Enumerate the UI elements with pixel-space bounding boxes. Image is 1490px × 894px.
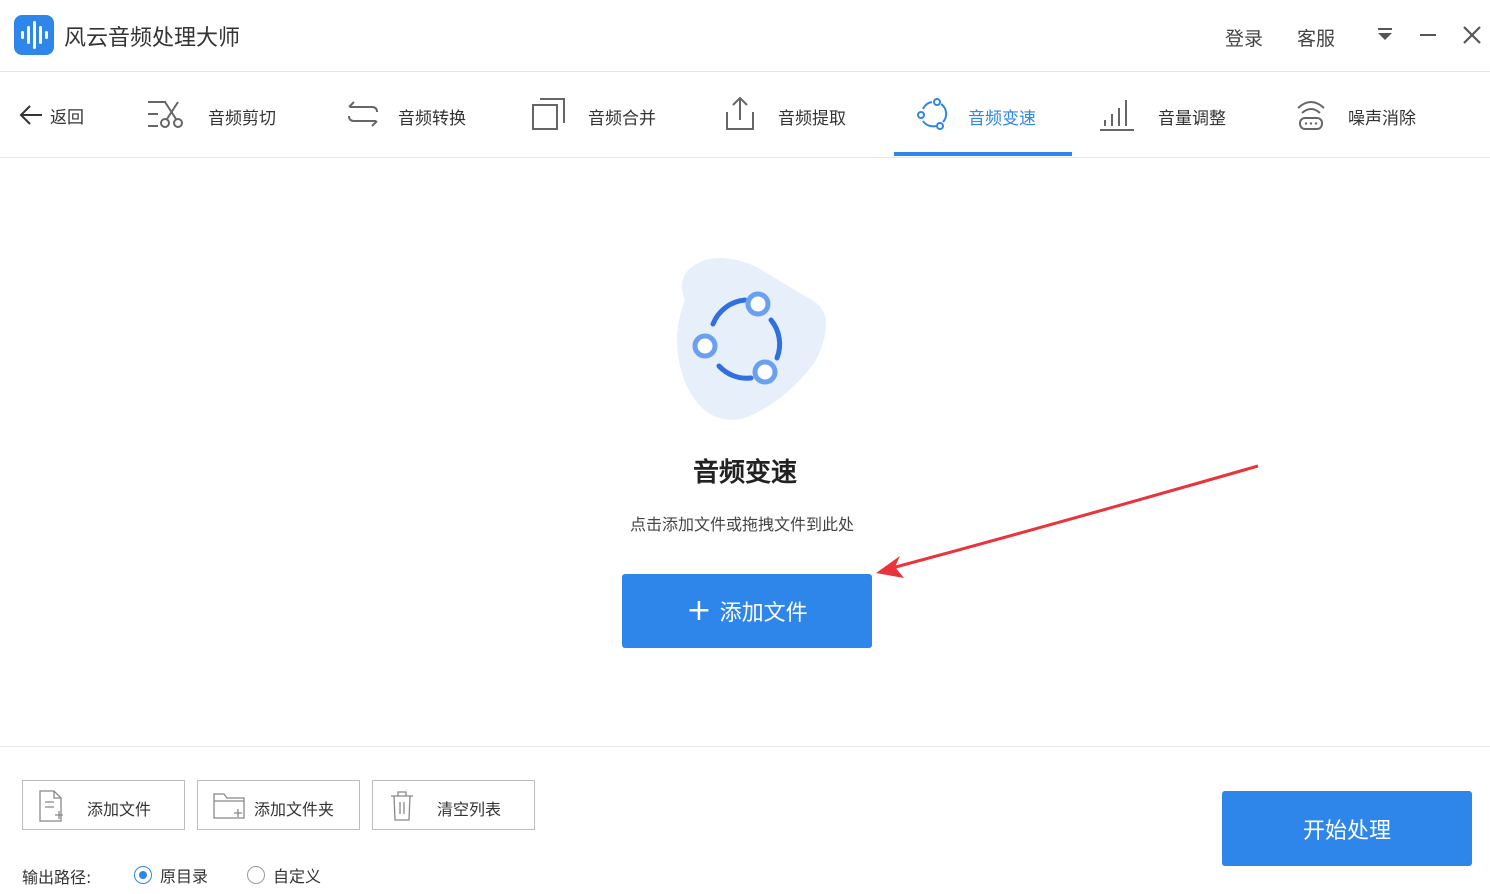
tab-label: 音频合并 (588, 109, 656, 129)
upload-extract-icon (722, 96, 762, 132)
trash-icon (387, 790, 421, 822)
tab-label: 噪声消除 (1348, 109, 1416, 129)
start-process-button[interactable]: 开始处理 (1222, 791, 1472, 866)
active-tab-indicator (894, 152, 1072, 156)
volume-bars-icon (1098, 96, 1138, 132)
folder-add-icon (212, 790, 246, 822)
speed-circle-icon (914, 96, 954, 132)
minimize-icon[interactable] (1414, 20, 1442, 50)
tab-noise-removal[interactable]: 噪声消除 (1294, 72, 1454, 158)
merge-squares-icon (530, 96, 570, 132)
convert-arrows-icon (344, 96, 384, 132)
app-window: 风云音频处理大师 登录 客服 返回 音频剪切 音频转换 音频合并 音频提取 音频… (0, 0, 1490, 894)
back-button[interactable]: 返回 (18, 100, 84, 130)
app-title: 风云音频处理大师 (64, 26, 241, 51)
add-folder-button[interactable]: 添加文件夹 (197, 780, 360, 830)
add-file-label: 添加文件 (87, 800, 152, 819)
radio-original-dir[interactable]: 原目录 (134, 864, 208, 886)
tab-label: 音频剪切 (208, 109, 276, 129)
tab-audio-cut[interactable]: 音频剪切 (146, 72, 306, 158)
radio-label: 自定义 (273, 867, 322, 886)
noise-wifi-icon (1294, 96, 1334, 132)
tab-audio-extract[interactable]: 音频提取 (722, 72, 882, 158)
clear-list-label: 清空列表 (437, 800, 502, 819)
login-link[interactable]: 登录 (1225, 24, 1263, 51)
page-title: 音频变速 (692, 458, 797, 488)
add-file-primary-label: 添加文件 (719, 601, 808, 626)
support-link[interactable]: 客服 (1297, 24, 1335, 51)
output-path-label: 输出路径: (22, 868, 92, 887)
file-add-icon (37, 790, 71, 822)
drop-hint-text: 点击添加文件或拖拽文件到此处 (629, 515, 854, 534)
back-label: 返回 (50, 107, 84, 128)
add-folder-label: 添加文件夹 (254, 800, 335, 819)
radio-custom-dir[interactable]: 自定义 (247, 864, 321, 886)
app-logo-icon (14, 15, 54, 55)
tab-audio-convert[interactable]: 音频转换 (344, 72, 504, 158)
close-icon[interactable] (1458, 20, 1486, 50)
bottom-divider (0, 746, 1490, 747)
plus-icon: + (686, 593, 712, 628)
radio-label: 原目录 (160, 867, 209, 886)
title-bar: 风云音频处理大师 登录 客服 (0, 0, 1490, 72)
start-process-label: 开始处理 (1302, 818, 1391, 844)
menu-dropdown-icon[interactable] (1371, 20, 1399, 50)
tab-audio-merge[interactable]: 音频合并 (530, 72, 690, 158)
tab-label: 音频提取 (778, 109, 846, 129)
add-file-button[interactable]: 添加文件 (22, 780, 185, 830)
radio-unchecked-icon (247, 866, 265, 884)
clear-list-button[interactable]: 清空列表 (372, 780, 535, 830)
add-file-primary-button[interactable]: + 添加文件 (622, 574, 872, 648)
tab-label: 音频转换 (398, 109, 466, 129)
tool-tab-bar: 返回 音频剪切 音频转换 音频合并 音频提取 音频变速 音量调整 噪声消除 (0, 72, 1490, 158)
radio-checked-icon (134, 866, 152, 884)
tab-label: 音量调整 (1158, 109, 1226, 129)
tab-audio-speed[interactable]: 音频变速 (914, 72, 1074, 158)
scissors-icon (146, 96, 186, 132)
tab-label: 音频变速 (968, 109, 1036, 129)
speed-hero-icon (665, 252, 835, 424)
back-arrow-icon (19, 105, 42, 125)
tab-volume-adjust[interactable]: 音量调整 (1098, 72, 1258, 158)
